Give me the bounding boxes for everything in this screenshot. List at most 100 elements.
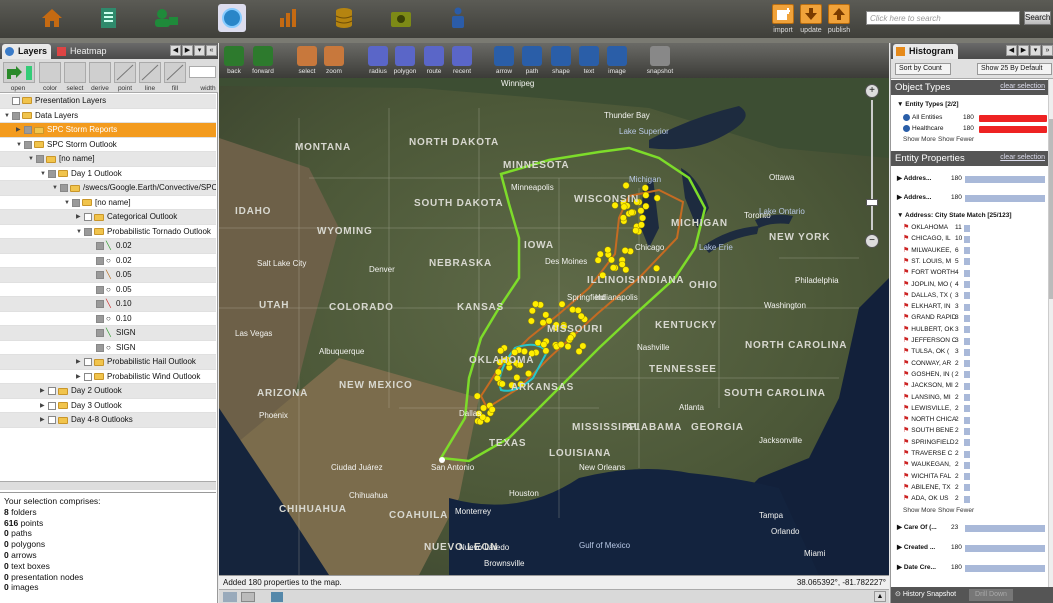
- city-bar[interactable]: [964, 405, 970, 413]
- city-bar[interactable]: [964, 461, 970, 469]
- city-bar[interactable]: [964, 224, 970, 232]
- storm-report-marker[interactable]: [609, 264, 617, 272]
- expand-toggle-icon[interactable]: ▶: [897, 524, 904, 531]
- histogram-scroll-thumb[interactable]: [1049, 119, 1053, 299]
- tab-histogram[interactable]: Histogram: [893, 44, 958, 59]
- layer-row[interactable]: ○ 0.05: [0, 283, 216, 297]
- city-row[interactable]: ⚑ JEFFERSON C3: [903, 336, 1053, 346]
- layer-checkbox[interactable]: [48, 169, 56, 178]
- layer-row[interactable]: ▼ Day 1 Outlook: [0, 167, 216, 181]
- update-button[interactable]: [800, 4, 822, 24]
- expand-toggle-icon[interactable]: ▶: [40, 399, 48, 413]
- property-bar[interactable]: [965, 194, 1045, 202]
- storm-report-marker[interactable]: [574, 306, 582, 314]
- layer-checkbox[interactable]: [96, 300, 104, 308]
- city-row[interactable]: ⚑ MILWAUKEE, 6: [903, 246, 1053, 256]
- show-more-types-link[interactable]: Show More: [903, 136, 936, 143]
- city-bar[interactable]: [964, 439, 970, 447]
- prev-tab-icon[interactable]: ◀: [170, 45, 181, 56]
- histogram-scrollbar[interactable]: [1048, 79, 1053, 587]
- storm-report-marker[interactable]: [527, 317, 535, 325]
- layer-row[interactable]: ▶ Day 3 Outlook: [0, 399, 216, 413]
- city-row[interactable]: ⚑ SOUTH BENE 2: [903, 426, 1053, 436]
- line-button[interactable]: [139, 62, 161, 83]
- tree-scrollbar[interactable]: [0, 481, 216, 490]
- route-tool-button[interactable]: [424, 46, 444, 66]
- layer-row[interactable]: ▼ [no name]: [0, 196, 216, 210]
- expand-toggle-icon[interactable]: ▼: [28, 152, 36, 166]
- property-bar[interactable]: [965, 544, 1045, 552]
- search-input[interactable]: Click here to search: [866, 11, 1020, 25]
- layer-checkbox[interactable]: [96, 242, 104, 250]
- storm-report-marker[interactable]: [594, 256, 602, 264]
- city-bar[interactable]: [964, 473, 970, 481]
- layer-row[interactable]: ▶ SPC Storm Reports: [0, 123, 216, 138]
- city-row[interactable]: ⚑ WICHITA FAL 2: [903, 472, 1053, 482]
- city-state-match-row[interactable]: ▼ Address: City State Match [25/123]: [897, 211, 1047, 221]
- folder-icon[interactable]: [389, 6, 413, 30]
- expand-toggle-icon[interactable]: ▼: [40, 167, 48, 181]
- city-bar[interactable]: [964, 326, 970, 334]
- expand-toggle-icon[interactable]: ▶: [76, 370, 84, 384]
- color-button[interactable]: [39, 62, 61, 83]
- expand-icon[interactable]: ▲: [874, 591, 886, 602]
- drill-down-tab[interactable]: Drill Down: [969, 589, 1013, 601]
- tab-layers[interactable]: Layers: [2, 44, 52, 59]
- expand-toggle-icon[interactable]: ▼: [52, 181, 60, 195]
- city-bar[interactable]: [964, 281, 970, 288]
- storm-report-marker[interactable]: [525, 370, 532, 378]
- city-bar[interactable]: [964, 337, 970, 345]
- storm-report-marker[interactable]: [473, 392, 481, 400]
- city-bar[interactable]: [964, 269, 970, 277]
- map-view-icon[interactable]: [223, 592, 237, 602]
- city-bar[interactable]: [964, 348, 970, 356]
- city-row[interactable]: ⚑ ABILENE, TX 2: [903, 483, 1053, 493]
- entity-types-row[interactable]: ▼ Entity Types [2/2]: [897, 100, 1047, 110]
- arrow-tool-button[interactable]: [494, 46, 514, 66]
- city-bar[interactable]: [964, 416, 970, 424]
- next-tab-icon[interactable]: ▶: [182, 45, 193, 56]
- open-button[interactable]: [3, 62, 35, 83]
- zoom-in-button[interactable]: +: [865, 84, 879, 98]
- expand-toggle-icon[interactable]: ▼: [16, 138, 24, 152]
- storm-report-marker[interactable]: [534, 339, 542, 347]
- expand-toggle-icon[interactable]: ▶: [40, 413, 48, 427]
- person-icon[interactable]: [446, 6, 470, 30]
- expand-toggle-icon[interactable]: ▼: [64, 196, 72, 210]
- layer-row[interactable]: ▼ [no name]: [0, 152, 216, 167]
- layer-row[interactable]: ▼ Probabilistic Tornado Outlook: [0, 225, 216, 239]
- city-row[interactable]: ⚑ CONWAY, AR 2: [903, 359, 1053, 369]
- snapshot-tool-button[interactable]: [650, 46, 670, 66]
- layer-checkbox[interactable]: [96, 343, 104, 352]
- width-input[interactable]: [189, 66, 216, 78]
- import-button[interactable]: [772, 4, 794, 24]
- layer-row[interactable]: ╲ 0.05: [0, 268, 216, 283]
- storm-report-marker[interactable]: [488, 406, 496, 413]
- storm-report-marker[interactable]: [621, 247, 629, 255]
- storm-report-marker[interactable]: [653, 264, 661, 272]
- layer-checkbox[interactable]: [96, 256, 104, 265]
- layer-checkbox[interactable]: [84, 213, 92, 221]
- city-row[interactable]: ⚑ GOSHEN, IN (2: [903, 370, 1053, 380]
- storm-report-marker[interactable]: [637, 221, 645, 229]
- show-fewer-types-link[interactable]: Show Fewer: [938, 136, 974, 143]
- city-row[interactable]: ⚑ FORT WORTH 4: [903, 268, 1053, 278]
- city-row[interactable]: ⚑ TULSA, OK (3: [903, 347, 1053, 357]
- show-more-cities-link[interactable]: Show More: [903, 507, 936, 514]
- layer-checkbox[interactable]: [84, 227, 92, 236]
- storm-report-marker[interactable]: [637, 207, 645, 215]
- chart-icon[interactable]: [276, 6, 300, 30]
- city-row[interactable]: ⚑ JACKSON, MI 2: [903, 381, 1053, 391]
- entity-type-bar[interactable]: [979, 114, 1047, 122]
- property-row[interactable]: ▶ Date Cre... 180: [897, 563, 1047, 573]
- map-view[interactable]: Winnipeg Thunder Bay Lake Superior MONTANA N…: [219, 78, 889, 575]
- globe-icon[interactable]: [218, 4, 246, 32]
- storm-report-marker[interactable]: [641, 184, 649, 192]
- show-count-select[interactable]: Show 25 By Default: [977, 63, 1052, 75]
- city-row[interactable]: ⚑ ADA, OK US 2: [903, 494, 1053, 504]
- layer-checkbox[interactable]: [84, 358, 92, 366]
- city-bar[interactable]: [964, 450, 970, 458]
- collapse-right-icon[interactable]: »: [1042, 45, 1053, 56]
- clear-properties-link[interactable]: clear selection: [1000, 154, 1045, 161]
- city-bar[interactable]: [964, 258, 970, 266]
